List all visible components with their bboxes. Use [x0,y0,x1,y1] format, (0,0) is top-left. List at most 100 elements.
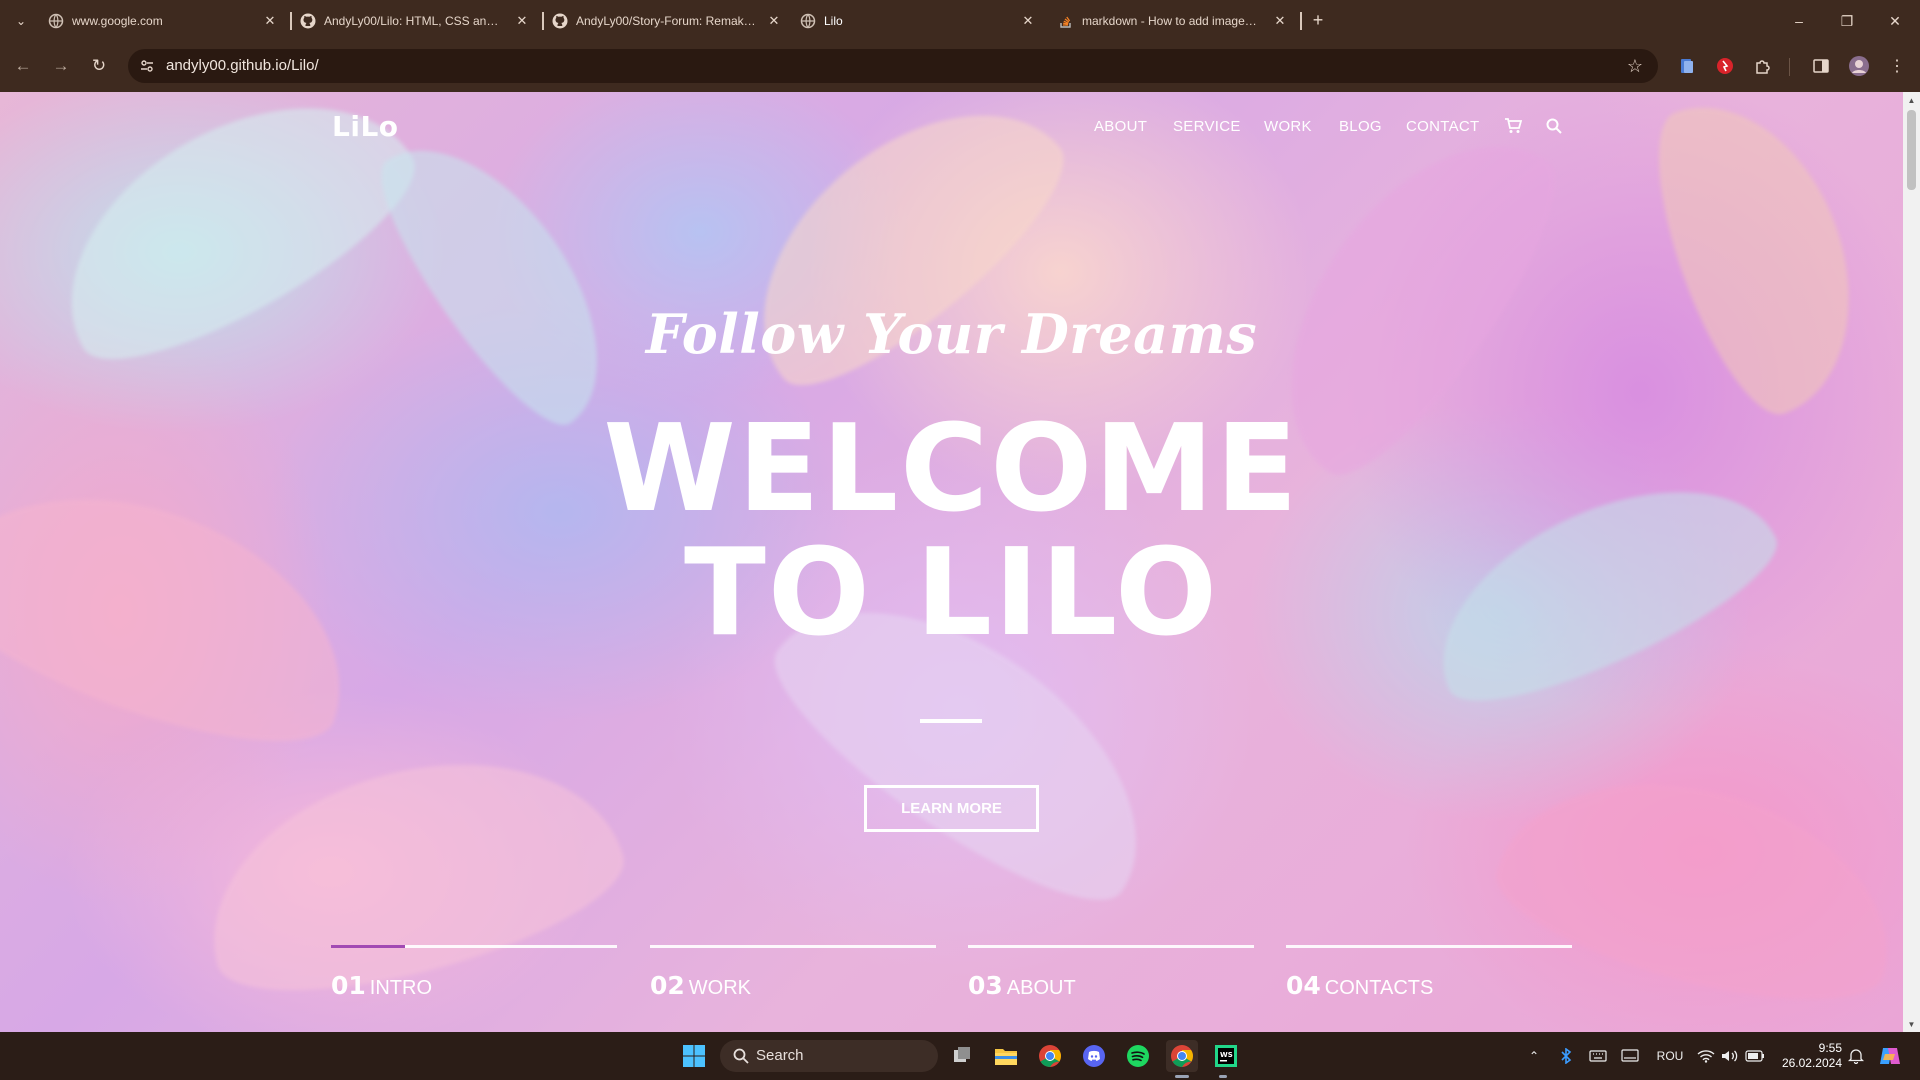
scroll-up-arrow-icon[interactable]: ▲ [1903,92,1920,108]
tab-search-icon[interactable]: ⌄ [10,10,32,32]
tab-title: Lilo [824,14,843,28]
close-tab-icon[interactable]: ✕ [1020,13,1036,29]
slide-track [1286,945,1572,948]
extension-red-icon[interactable] [1714,55,1736,77]
new-tab-icon[interactable]: + [1307,9,1329,31]
page-scrollbar[interactable]: ▲ ▼ [1903,92,1920,1032]
slide-number: 03 [968,971,1003,1000]
taskbar-search[interactable]: Search [720,1040,938,1072]
slide-number: 04 [1286,971,1321,1000]
svg-text:WS: WS [1220,1051,1233,1059]
tab-separator [1300,12,1302,30]
spotify-icon[interactable] [1122,1040,1154,1072]
back-icon[interactable]: ← [10,53,36,79]
slide-progress-bar [331,945,405,948]
system-clock[interactable]: 9:55 26.02.2024 [1776,1041,1842,1071]
running-app-indicator [1219,1075,1227,1078]
search-placeholder: Search [756,1047,804,1064]
slide-track [650,945,936,948]
scrollbar-thumb[interactable] [1907,110,1916,190]
tab-lilo-repo[interactable]: AndyLy00/Lilo: HTML, CSS and JS p ✕ [300,6,536,36]
tab-title: www.google.com [72,14,163,28]
active-app-indicator [1175,1075,1189,1078]
globe-icon [48,13,64,29]
task-view-icon[interactable] [946,1040,978,1072]
extensions-puzzle-icon[interactable] [1752,55,1774,77]
tab-separator [542,12,544,30]
start-windows-icon[interactable] [678,1040,710,1072]
slider-navigation: 01 INTRO 02 WORK 03 ABOUT 04 CONTACTS [0,92,1903,1032]
slide-tab-contacts[interactable]: 04 CONTACTS [1286,945,1572,1015]
slide-label: 03 ABOUT [968,971,1076,1000]
keyboard-icon[interactable] [1588,1046,1608,1066]
globe-icon [800,13,816,29]
copilot-icon[interactable] [1876,1042,1904,1070]
reload-icon[interactable]: ↻ [86,53,112,79]
volume-icon[interactable] [1720,1046,1740,1066]
page-viewport: LiLo ABOUT SERVICE WORK BLOG CONTACT Fol… [0,92,1903,1032]
clock-date: 26.02.2024 [1781,1056,1842,1070]
close-tab-icon[interactable]: ✕ [1272,13,1288,29]
tab-title: AndyLy00/Story-Forum: Remake to [576,14,756,28]
browser-chrome: ⌄ www.google.com ✕ AndyLy00/Lilo: HTML, … [0,0,1920,92]
slide-text: WORK [688,977,752,999]
tab-strip: ⌄ www.google.com ✕ AndyLy00/Lilo: HTML, … [0,0,1920,42]
slide-text: CONTACTS [1324,977,1434,999]
slide-label: 04 CONTACTS [1286,971,1433,1000]
clock-time: 9:55 [1818,1041,1842,1055]
slide-tab-work[interactable]: 02 WORK [650,945,936,1015]
browser-menu-icon[interactable]: ⋮ [1886,55,1908,77]
stackoverflow-icon [1058,13,1074,29]
tab-separator [290,12,292,30]
slide-number: 01 [331,971,366,1000]
browser-toolbar: ← → ↻ andyly00.github.io/Lilo/ ☆ ⋮ [0,46,1920,86]
taskbar: Search WS ⌃ ROU 9:55 26.02.2024 [0,1032,1920,1080]
battery-icon[interactable] [1744,1046,1766,1066]
restore-icon[interactable]: ❐ [1832,8,1862,34]
forward-icon[interactable]: → [48,53,74,79]
close-tab-icon[interactable]: ✕ [262,13,278,29]
slide-tab-intro[interactable]: 01 INTRO [331,945,617,1015]
chrome-icon[interactable] [1034,1040,1066,1072]
language-indicator[interactable]: ROU [1654,1046,1686,1066]
minimize-icon[interactable]: – [1784,8,1814,34]
notifications-icon[interactable] [1846,1046,1866,1066]
chrome-active-icon[interactable] [1166,1040,1198,1072]
slide-text: ABOUT [1006,977,1076,999]
github-icon [552,13,568,29]
profile-avatar[interactable] [1848,55,1870,77]
site-settings-icon[interactable] [138,57,156,75]
slide-label: 02 WORK [650,971,751,1000]
toolbar-divider [1789,58,1790,76]
file-explorer-icon[interactable] [990,1040,1022,1072]
tab-stackoverflow[interactable]: markdown - How to add images to ✕ [1058,6,1294,36]
slide-label: 01 INTRO [331,971,432,1000]
url-text: andyly00.github.io/Lilo/ [166,57,319,74]
bluetooth-icon[interactable] [1558,1046,1574,1066]
show-hidden-icons-icon[interactable]: ⌃ [1526,1046,1542,1066]
webstorm-icon[interactable]: WS [1210,1040,1242,1072]
side-panel-icon[interactable] [1810,55,1832,77]
bookmark-star-icon[interactable]: ☆ [1624,55,1646,77]
github-icon [300,13,316,29]
close-tab-icon[interactable]: ✕ [766,13,782,29]
tab-title: AndyLy00/Lilo: HTML, CSS and JS p [324,14,504,28]
search-icon [732,1047,750,1065]
slide-number: 02 [650,971,685,1000]
tab-lilo-active[interactable]: Lilo [800,6,1040,36]
slide-text: INTRO [369,977,433,999]
tab-story-forum[interactable]: AndyLy00/Story-Forum: Remake to ✕ [552,6,788,36]
address-bar[interactable]: andyly00.github.io/Lilo/ ☆ [128,49,1658,83]
slide-tab-about[interactable]: 03 ABOUT [968,945,1254,1015]
tab-title: markdown - How to add images to [1082,14,1262,28]
scroll-down-arrow-icon[interactable]: ▼ [1903,1016,1920,1032]
close-tab-icon[interactable]: ✕ [514,13,530,29]
slide-track [968,945,1254,948]
display-icon[interactable] [1620,1046,1640,1066]
wifi-icon[interactable] [1696,1046,1716,1066]
extension-blue-icon[interactable] [1676,55,1698,77]
tab-google[interactable]: www.google.com ✕ [48,6,284,36]
close-window-icon[interactable]: ✕ [1880,8,1910,34]
close-tab-icon[interactable] [828,13,844,29]
discord-icon[interactable] [1078,1040,1110,1072]
